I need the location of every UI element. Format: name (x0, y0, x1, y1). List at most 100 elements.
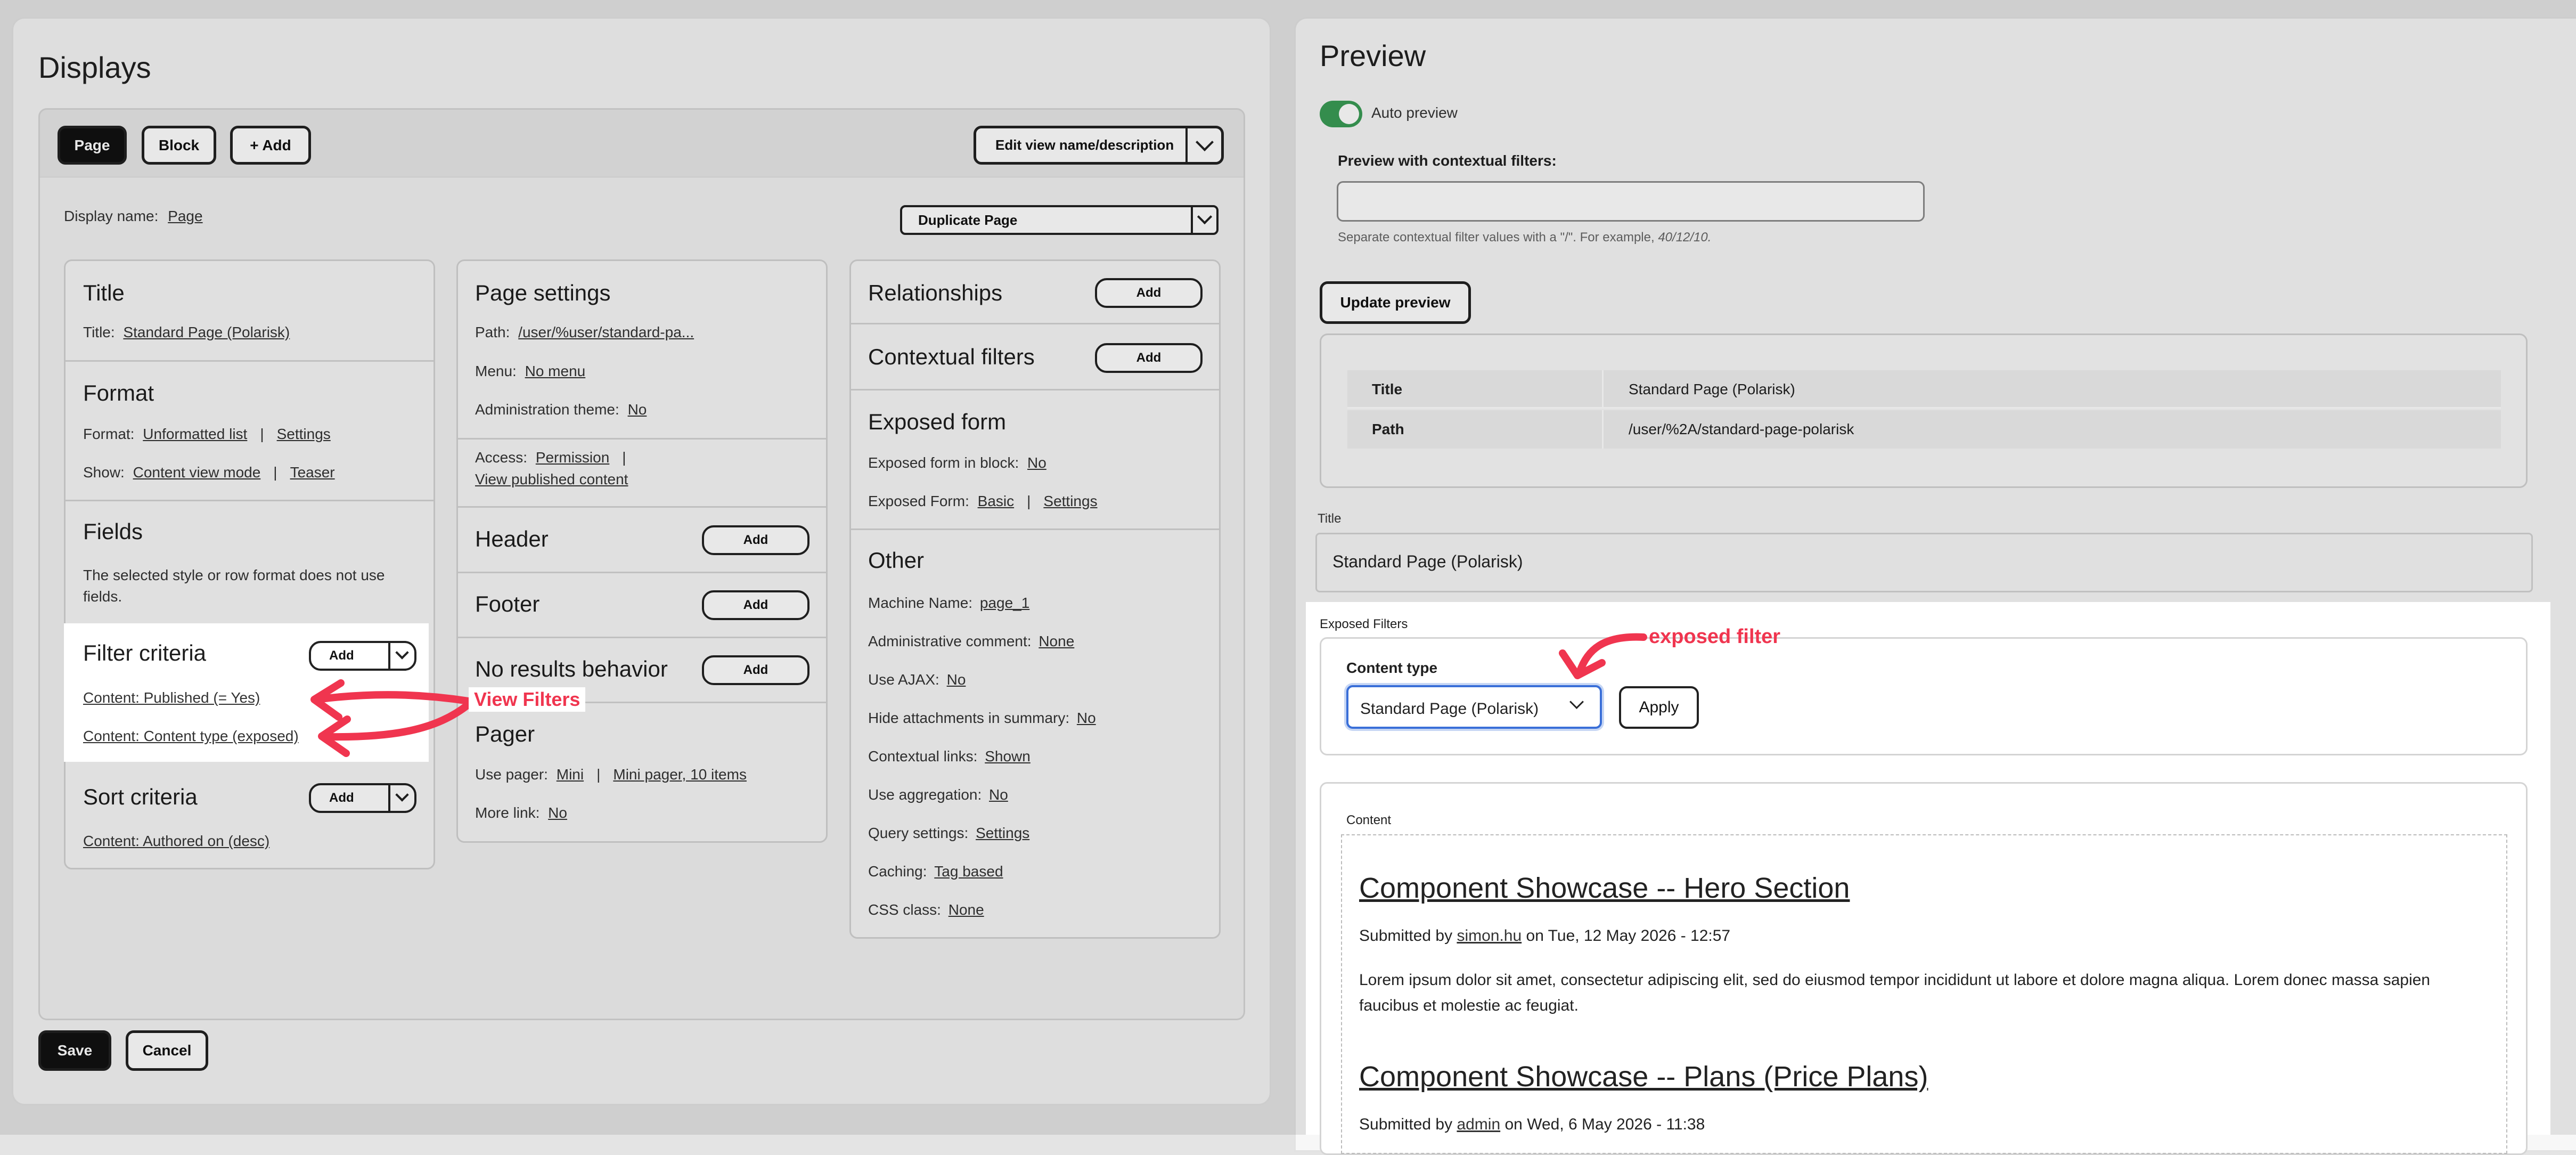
path-row: Path: /user/%user/standard-pa... (475, 324, 694, 340)
machine-name-link[interactable]: page_1 (980, 595, 1029, 611)
displays-heading: Displays (38, 51, 151, 84)
auto-preview-toggle[interactable] (1320, 101, 1362, 127)
contextual-filters-add-button[interactable]: Add (1095, 343, 1203, 373)
filter-published-link-hl[interactable]: Content: Published (= Yes) (83, 689, 260, 706)
view-filters-annotation: View Filters (469, 687, 586, 712)
info-row-path: Path /user/%2A/standard-page-polarisk (1347, 410, 2501, 449)
admin-comment-link[interactable]: None (1038, 633, 1074, 649)
tab-page[interactable]: Page (58, 126, 127, 165)
divider (66, 360, 434, 362)
sort-authored-link[interactable]: Content: Authored on (desc) (83, 833, 269, 850)
header-add-button[interactable]: Add (702, 525, 809, 555)
update-preview-button[interactable]: Update preview (1320, 281, 1471, 324)
exposed-form-settings-link[interactable]: Settings (1043, 493, 1097, 509)
css-class-link[interactable]: None (948, 901, 984, 918)
tab-block[interactable]: Block (142, 126, 216, 165)
info-row-title: Title Standard Page (Polarisk) (1347, 370, 2501, 409)
content-type-select[interactable]: Standard Page (Polarisk) (1346, 685, 1602, 729)
sort-add-dropdown[interactable] (388, 785, 414, 811)
show-row: Show: Content view mode | Teaser (83, 464, 335, 481)
admin-theme-link[interactable]: No (628, 401, 647, 418)
divider (458, 438, 826, 440)
title-section-heading: Title (83, 280, 125, 305)
exposed-form-basic-link[interactable]: Basic (978, 493, 1014, 509)
filter-content-type-link-hl[interactable]: Content: Content type (exposed) (83, 728, 299, 745)
contextual-filters-heading: Contextual filters (868, 344, 1035, 369)
query-settings-link[interactable]: Settings (976, 825, 1029, 841)
menu-link[interactable]: No menu (525, 363, 586, 379)
author-link[interactable]: simon.hu (1457, 927, 1522, 945)
sort-add-label: Add (329, 791, 354, 805)
other-row-contextual-links: Contextual links: Shown (868, 748, 1031, 764)
other-row-machine-name: Machine Name: page_1 (868, 595, 1030, 611)
fields-note: The selected style or row format does no… (83, 567, 385, 605)
mini-pager-link[interactable]: Mini pager, 10 items (613, 766, 747, 783)
no-results-add-button[interactable]: Add (702, 655, 809, 685)
show-link[interactable]: Content view mode (133, 464, 261, 481)
other-heading: Other (868, 548, 925, 573)
contextual-links-link[interactable]: Shown (985, 748, 1031, 764)
use-ajax-link[interactable]: No (947, 671, 966, 688)
display-name-link[interactable]: Page (168, 208, 202, 224)
format-heading: Format (83, 380, 154, 405)
divider (851, 323, 1219, 324)
divider (458, 506, 826, 508)
chevron-down-icon (395, 788, 409, 802)
content-item-title[interactable]: Component Showcase -- Plans (Price Plans… (1359, 1060, 1928, 1093)
duplicate-page-button[interactable]: Duplicate Page (900, 205, 1219, 235)
other-row-query-settings: Query settings: Settings (868, 825, 1030, 841)
exposed-filter-annotation: exposed filter (1649, 625, 1781, 648)
more-link-link[interactable]: No (548, 804, 567, 821)
exposed-form-block-row: Exposed form in block: No (868, 454, 1046, 471)
teaser-link[interactable]: Teaser (290, 464, 335, 481)
content-item-body: Lorem ipsum dolor sit amet, consectetur … (1359, 971, 2431, 1014)
other-row-caching: Caching: Tag based (868, 863, 1003, 880)
relationships-add-button[interactable]: Add (1095, 278, 1203, 308)
sort-criteria-heading: Sort criteria (83, 784, 198, 809)
preview-heading: Preview (1320, 39, 1426, 72)
apply-button[interactable]: Apply (1619, 686, 1699, 729)
page-settings-heading: Page settings (475, 280, 611, 305)
divider (66, 500, 434, 501)
fields-heading: Fields (83, 519, 143, 544)
access-view-published-link[interactable]: View published content (475, 471, 628, 488)
cancel-button[interactable]: Cancel (126, 1030, 208, 1071)
format-settings-link[interactable]: Settings (277, 426, 331, 442)
divider (851, 389, 1219, 391)
other-row-hide-attachments: Hide attachments in summary: No (868, 710, 1096, 726)
divider (458, 572, 826, 573)
other-row-admin-comment: Administrative comment: None (868, 633, 1075, 649)
caching-link[interactable]: Tag based (934, 863, 1003, 880)
use-pager-link[interactable]: Mini (557, 766, 584, 783)
format-row: Format: Unformatted list | Settings (83, 426, 331, 442)
hide-attachments-link[interactable]: No (1077, 710, 1096, 726)
content-item-title[interactable]: Component Showcase -- Hero Section (1359, 872, 1850, 905)
author-link[interactable]: admin (1457, 1116, 1500, 1133)
contextual-help-text: Separate contextual filter values with a… (1338, 230, 1712, 245)
auto-preview-label: Auto preview (1371, 104, 1458, 121)
contextual-filters-input[interactable] (1337, 181, 1925, 222)
footer-heading: Footer (475, 591, 540, 616)
chevron-down-icon (1195, 133, 1214, 151)
preview-title-label: Title (1318, 511, 1342, 526)
filter-criteria-heading-hl: Filter criteria (83, 640, 207, 665)
exposed-filters-label: Exposed Filters (1320, 617, 1408, 631)
edit-view-name-dropdown[interactable] (1185, 128, 1221, 162)
add-display-button[interactable]: + Add (230, 126, 311, 165)
filter-add-dropdown-hl[interactable] (388, 643, 414, 669)
path-link[interactable]: /user/%user/standard-pa... (518, 324, 694, 340)
edit-view-name-label: Edit view name/description (995, 137, 1174, 153)
save-button[interactable]: Save (38, 1030, 111, 1071)
divider (458, 637, 826, 638)
footer-add-button[interactable]: Add (702, 590, 809, 620)
display-name-label: Display name: (64, 208, 159, 224)
use-aggregation-link[interactable]: No (989, 786, 1008, 803)
access-link[interactable]: Permission (536, 449, 609, 466)
duplicate-page-label: Duplicate Page (918, 212, 1018, 228)
content-type-label: Content type (1346, 660, 1438, 676)
no-results-heading: No results behavior (475, 656, 668, 681)
exposed-form-block-link[interactable]: No (1027, 454, 1046, 471)
format-link[interactable]: Unformatted list (143, 426, 247, 442)
title-link[interactable]: Standard Page (Polarisk) (123, 324, 290, 340)
duplicate-dropdown[interactable] (1191, 207, 1216, 233)
